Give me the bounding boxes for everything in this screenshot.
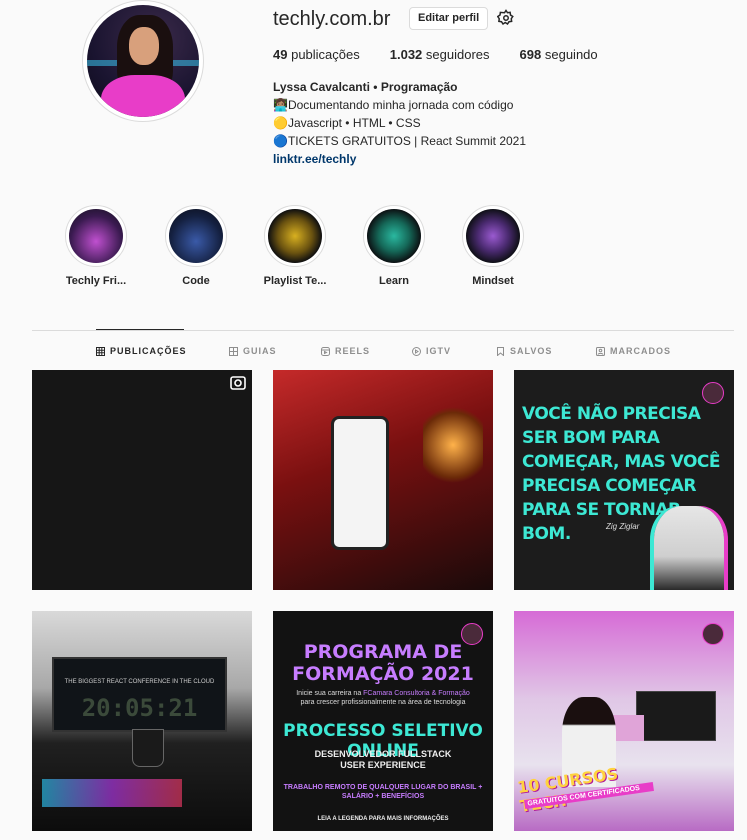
following-stat[interactable]: 698 seguindo xyxy=(520,47,598,62)
highlight-cover xyxy=(69,209,123,263)
highlight-cover xyxy=(268,209,322,263)
tab-label: REELS xyxy=(335,346,371,356)
following-count: 698 xyxy=(519,47,542,62)
tab-label: SALVOS xyxy=(510,346,553,356)
highlight-ring xyxy=(363,205,425,267)
profile-username: techly.com.br xyxy=(273,8,391,30)
posts-stat: 49 publicações xyxy=(273,47,360,62)
bio-name: Lyssa Cavalcanti • Programação xyxy=(273,80,458,94)
followers-count: 1.032 xyxy=(389,47,423,62)
bio-line-3: 🔵TICKETS GRATUITOS | React Summit 2021 xyxy=(273,134,527,148)
quote-author: Zig Ziglar xyxy=(606,522,640,531)
post-lamp xyxy=(423,400,483,490)
post-monitor: THE BIGGEST REACT CONFERENCE IN THE CLOU… xyxy=(52,657,227,732)
highlight-mindset[interactable]: Mindset xyxy=(453,205,533,287)
subtitle-a: Inicie sua carreira na xyxy=(296,690,364,697)
highlight-label: Playlist Te... xyxy=(263,275,327,287)
tab-label: PUBLICAÇÕES xyxy=(110,346,187,356)
tab-label: IGTV xyxy=(426,346,452,356)
monitor-clock: 20:05:21 xyxy=(81,694,198,722)
post-portrait xyxy=(654,506,724,590)
profile-stats: 49 publicações 1.032 seguidores 698 segu… xyxy=(273,47,628,62)
tab-publicacoes[interactable]: PUBLICAÇÕES xyxy=(96,346,187,356)
highlight-cover xyxy=(169,209,223,263)
grid-icon xyxy=(96,346,105,356)
highlight-code[interactable]: Code xyxy=(156,205,236,287)
post-2[interactable] xyxy=(273,370,493,590)
tab-salvos[interactable]: SALVOS xyxy=(496,346,552,356)
bio-line-1: 👩🏽‍💻Documentando minha jornada com códig… xyxy=(273,98,514,112)
gear-icon[interactable] xyxy=(497,9,515,27)
highlight-ring xyxy=(65,205,127,267)
highlight-ring xyxy=(165,205,227,267)
highlight-label: Learn xyxy=(379,275,409,287)
highlight-ring xyxy=(264,205,326,267)
post-1[interactable] xyxy=(32,370,252,590)
subtitle-b: para crescer profissionalmente na área d… xyxy=(300,699,466,706)
highlight-cover xyxy=(466,209,520,263)
followers-label: seguidores xyxy=(425,47,490,62)
post-cta: LEIA A LEGENDA PARA MAIS INFORMAÇÕES xyxy=(317,816,449,822)
followers-stat[interactable]: 1.032 seguidores xyxy=(390,47,490,62)
post-roles: DESENVOLVEDOR FULLSTACK USER EXPERIENCE xyxy=(314,749,452,770)
tab-reels[interactable]: REELS xyxy=(321,346,370,356)
tab-guias[interactable]: GUIAS xyxy=(229,346,277,356)
post-screen xyxy=(636,691,716,741)
highlight-label: Code xyxy=(182,275,210,287)
highlight-cover xyxy=(367,209,421,263)
tab-label: MARCADOS xyxy=(610,346,671,356)
subtitle-highlight: FCamara Consultoria & Formação xyxy=(363,690,470,697)
bookmark-icon xyxy=(497,346,504,356)
post-subtitle: Inicie sua carreira na FCamara Consultor… xyxy=(273,689,493,707)
brand-badge xyxy=(702,623,724,645)
bio-link[interactable]: linktr.ee/techly xyxy=(273,150,526,168)
highlight-playlist[interactable]: Playlist Te... xyxy=(255,205,335,287)
reel-icon xyxy=(230,376,246,390)
tabs-divider xyxy=(32,330,734,331)
avatar[interactable] xyxy=(87,5,199,117)
highlight-ring xyxy=(462,205,524,267)
post-details: TRABALHO REMOTO DE QUALQUER LUGAR DO BRA… xyxy=(283,784,483,800)
posts-count: 49 xyxy=(273,47,288,62)
post-title: PROGRAMA DE FORMAÇÃO 2021 xyxy=(292,641,474,685)
monitor-text: THE BIGGEST REACT CONFERENCE IN THE CLOU… xyxy=(64,679,215,685)
following-label: seguindo xyxy=(544,47,598,62)
tagged-icon xyxy=(596,346,605,356)
profile-bio: Lyssa Cavalcanti • Programação 👩🏽‍💻Docum… xyxy=(273,78,526,168)
highlight-label: Mindset xyxy=(472,275,514,287)
tab-igtv[interactable]: IGTV xyxy=(412,346,451,356)
reels-icon xyxy=(321,346,330,356)
highlight-techly-friends[interactable]: Techly Fri... xyxy=(56,205,136,287)
post-phone xyxy=(331,416,389,550)
highlight-learn[interactable]: Learn xyxy=(354,205,434,287)
avatar-shirt xyxy=(101,75,185,117)
post-cup xyxy=(132,729,164,767)
post-6[interactable]: 10 CURSOS TECH GRATUITOS COM CERTIFICADO… xyxy=(514,611,734,831)
guide-icon xyxy=(229,346,238,356)
edit-profile-button[interactable]: Editar perfil xyxy=(409,7,489,30)
active-tab-indicator xyxy=(96,329,184,330)
bio-line-2: 🟡Javascript • HTML • CSS xyxy=(273,116,421,130)
post-5[interactable]: PROGRAMA DE FORMAÇÃO 2021 Inicie sua car… xyxy=(273,611,493,831)
tab-label: GUIAS xyxy=(243,346,277,356)
igtv-icon xyxy=(412,346,421,356)
highlight-label: Techly Fri... xyxy=(65,275,127,287)
post-4[interactable]: THE BIGGEST REACT CONFERENCE IN THE CLOU… xyxy=(32,611,252,831)
posts-label: publicações xyxy=(291,47,360,62)
avatar-face xyxy=(129,27,159,65)
brand-badge xyxy=(702,382,724,404)
post-3[interactable]: VOCÊ NÃO PRECISA SER BOM PARA COMEÇAR, M… xyxy=(514,370,734,590)
post-keyboard xyxy=(42,779,182,807)
tab-marcados[interactable]: MARCADOS xyxy=(596,346,671,356)
